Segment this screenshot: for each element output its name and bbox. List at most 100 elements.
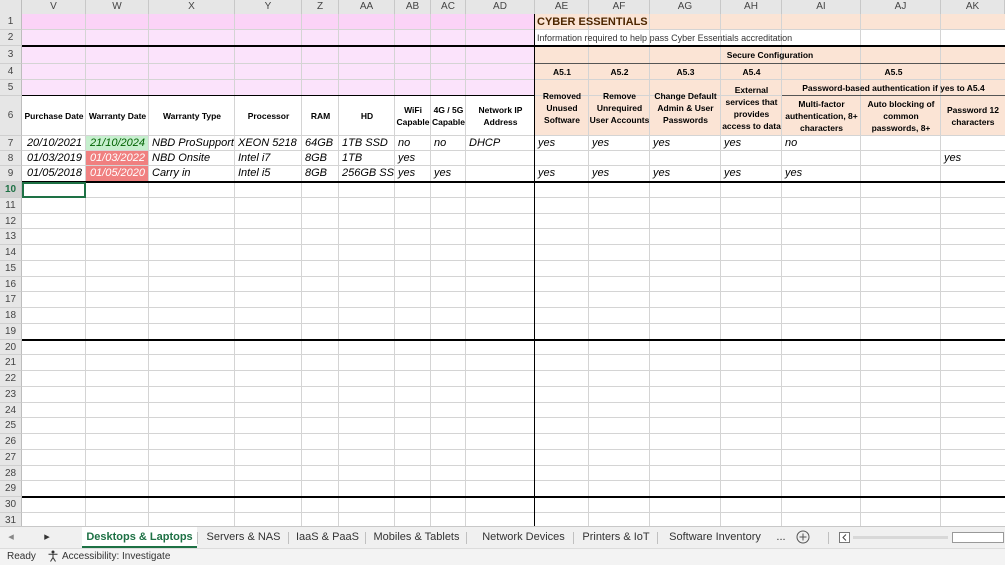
cell-ram[interactable]: 8GB (302, 166, 338, 181)
cell-a53[interactable]: yes (650, 166, 720, 181)
cell-purchase[interactable]: 01/03/2019 (22, 151, 85, 165)
cell-a51[interactable]: yes (535, 166, 588, 181)
cell-a51[interactable] (535, 151, 588, 165)
cell-hd[interactable]: 1TB (339, 151, 394, 165)
column-header[interactable]: AK (941, 0, 1005, 14)
cell-auto[interactable] (861, 136, 940, 150)
accessibility-icon[interactable] (47, 550, 59, 565)
hscroll-left-icon[interactable] (837, 527, 851, 548)
column-header[interactable]: AH (721, 0, 782, 14)
row-header[interactable]: 29 (0, 481, 22, 497)
row-header[interactable]: 23 (0, 386, 22, 403)
horizontal-scrollbar-thumb[interactable] (950, 527, 1005, 548)
cell-warranty[interactable]: 21/10/2024 (86, 136, 148, 150)
row-header[interactable]: 12 (0, 213, 22, 230)
cell-processor[interactable]: Intel i5 (235, 166, 301, 181)
sheet-tab[interactable]: Mobiles & Tablets (367, 527, 466, 548)
row-header[interactable]: 7 (0, 136, 22, 151)
cell-a54[interactable] (721, 151, 781, 165)
cell-a52[interactable]: yes (589, 136, 649, 150)
row-header[interactable]: 14 (0, 245, 22, 261)
row-header[interactable]: 2 (0, 30, 22, 46)
column-header[interactable]: AI (782, 0, 861, 14)
row-header[interactable]: 5 (0, 80, 22, 96)
row-header[interactable]: 10 (0, 182, 22, 198)
column-header[interactable]: AG (650, 0, 721, 14)
row-header[interactable]: 19 (0, 323, 22, 340)
row-header[interactable]: 25 (0, 418, 22, 434)
cell-a52[interactable]: yes (589, 166, 649, 181)
cell-ram[interactable]: 8GB (302, 151, 338, 165)
cell-processor[interactable]: Intel i7 (235, 151, 301, 165)
cell-a53[interactable] (650, 151, 720, 165)
row-header[interactable]: 6 (0, 96, 22, 136)
cell-a51[interactable]: yes (535, 136, 588, 150)
column-header[interactable]: AF (589, 0, 650, 14)
cell-mfa[interactable]: no (782, 136, 860, 150)
cell-wifi[interactable]: yes (395, 151, 430, 165)
row-header[interactable]: 20 (0, 339, 22, 356)
row-header[interactable]: 27 (0, 449, 22, 466)
cell-a53[interactable]: yes (650, 136, 720, 150)
column-header[interactable]: AJ (861, 0, 941, 14)
cell-auto[interactable] (861, 166, 940, 181)
column-header[interactable]: W (86, 0, 149, 14)
sheet-tab[interactable]: Printers & IoT (575, 527, 657, 548)
row-header[interactable]: 11 (0, 197, 22, 214)
cell-warranty[interactable]: 01/05/2020 (86, 166, 148, 181)
cell-ip[interactable] (466, 151, 534, 165)
row-header[interactable]: 15 (0, 260, 22, 277)
add-sheet-icon[interactable] (793, 527, 813, 548)
row-header[interactable]: 18 (0, 308, 22, 324)
horizontal-scrollbar-track[interactable] (853, 527, 948, 548)
column-header[interactable]: Z (302, 0, 339, 14)
cell-pw12[interactable] (941, 136, 1004, 150)
cell-purchase[interactable]: 01/05/2018 (22, 166, 85, 181)
row-header[interactable]: 24 (0, 402, 22, 419)
selected-cell[interactable] (22, 182, 86, 198)
column-header[interactable]: V (22, 0, 86, 14)
column-header[interactable]: AD (466, 0, 535, 14)
cell-wifi[interactable]: no (395, 136, 430, 150)
column-header[interactable]: AB (395, 0, 431, 14)
sheet-tab[interactable]: IaaS & PaaS (290, 527, 365, 548)
row-header[interactable]: 28 (0, 465, 22, 482)
cell-type[interactable]: Carry in (149, 166, 234, 181)
row-header[interactable]: 1 (0, 14, 22, 30)
cell-type[interactable]: NBD Onsite (149, 151, 234, 165)
cell-mfa[interactable] (782, 151, 860, 165)
cell-type[interactable]: NBD ProSupport (149, 136, 234, 150)
cell-pw12[interactable] (941, 166, 1004, 181)
cell-cellular[interactable]: yes (431, 166, 465, 181)
cell-ip[interactable]: DHCP (466, 136, 534, 150)
cell-mfa[interactable]: yes (782, 166, 860, 181)
more-tabs-button[interactable]: ... (772, 527, 790, 548)
row-header[interactable]: 3 (0, 46, 22, 64)
cell-a52[interactable] (589, 151, 649, 165)
column-header[interactable]: AA (339, 0, 395, 14)
row-header[interactable]: 30 (0, 497, 22, 513)
row-header[interactable]: 26 (0, 434, 22, 450)
row-header[interactable]: 17 (0, 292, 22, 308)
cell-auto[interactable] (861, 151, 940, 165)
column-header[interactable]: AE (535, 0, 589, 14)
row-header[interactable]: 22 (0, 371, 22, 387)
cell-hd[interactable]: 256GB SSD (339, 166, 394, 181)
sheet-tab[interactable]: Network Devices (474, 527, 573, 548)
cell-ip[interactable] (466, 166, 534, 181)
accessibility-status[interactable]: Accessibility: Investigate (62, 551, 170, 562)
cell-purchase[interactable]: 20/10/2021 (22, 136, 85, 150)
cell-warranty[interactable]: 01/03/2022 (86, 151, 148, 165)
row-header[interactable]: 13 (0, 229, 22, 245)
cell-cellular[interactable] (431, 151, 465, 165)
cell-wifi[interactable]: yes (395, 166, 430, 181)
cell-processor[interactable]: XEON 5218 (235, 136, 301, 150)
cell-pw12[interactable]: yes (941, 151, 1004, 165)
cell-a54[interactable]: yes (721, 166, 781, 181)
row-header[interactable]: 8 (0, 151, 22, 166)
scroll-tabs-right-icon[interactable]: ▸ (38, 527, 56, 548)
row-header[interactable]: 9 (0, 166, 22, 182)
sheet-tab[interactable]: Servers & NAS (199, 527, 288, 548)
column-header[interactable]: AC (431, 0, 466, 14)
column-header[interactable]: Y (235, 0, 302, 14)
